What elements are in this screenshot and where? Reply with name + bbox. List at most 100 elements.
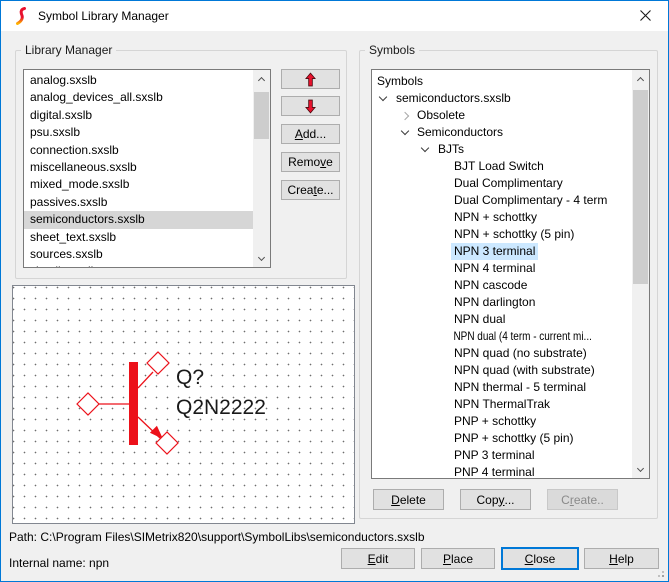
title-bar[interactable]: Symbol Library Manager (1, 1, 668, 31)
tree-item-label: Semiconductors (414, 124, 506, 141)
library-list-item[interactable]: psu.sxslb (24, 124, 253, 141)
tree-item[interactable]: PNP 3 terminal (372, 447, 632, 464)
library-manager-group-label: Library Manager (21, 43, 116, 57)
tree-item[interactable]: NPN 3 terminal (372, 243, 632, 260)
tree-item-label: NPN ThermalTrak (451, 396, 553, 413)
edit-button[interactable]: Edit (341, 548, 415, 569)
collector-terminal-diamond (147, 352, 169, 374)
tree-item[interactable]: PNP + schottky (5 pin) (372, 430, 632, 447)
tree-item-label: BJT Load Switch (451, 158, 547, 175)
collector-lead (138, 372, 153, 388)
library-list-item[interactable]: simplis.sxslb (24, 263, 253, 267)
symbols-tree[interactable]: Symbolssemiconductors.sxslbObsoleteSemic… (371, 69, 650, 479)
tree-item-label: BJTs (435, 141, 467, 158)
library-list-item[interactable]: sheet_text.sxslb (24, 229, 253, 246)
transistor-base-bar (129, 362, 138, 445)
library-list-item[interactable]: mixed_mode.sxslb (24, 176, 253, 193)
base-terminal-diamond (77, 393, 99, 415)
scroll-down-icon[interactable] (632, 461, 649, 478)
close-icon (640, 10, 651, 21)
library-list-item[interactable]: passives.sxslb (24, 194, 253, 211)
chevron-right-icon[interactable] (398, 107, 412, 124)
place-button[interactable]: Place (421, 548, 495, 569)
close-window-button[interactable] (623, 1, 668, 30)
tree-item[interactable]: NPN ThermalTrak (372, 396, 632, 413)
emitter-arrow (150, 426, 163, 439)
tree-item[interactable]: Semiconductors (372, 124, 632, 141)
copy-symbol-button[interactable]: Copy... (460, 489, 531, 510)
scroll-down-icon[interactable] (253, 250, 270, 267)
tree-item-label: PNP 3 terminal (451, 447, 537, 464)
library-list-scrollbar[interactable] (253, 70, 270, 267)
library-list-item[interactable]: miscellaneous.sxslb (24, 159, 253, 176)
tree-item-label: PNP + schottky (451, 413, 539, 430)
tree-item[interactable]: NPN darlington (372, 294, 632, 311)
tree-item[interactable]: Dual Complimentary - 4 term (372, 192, 632, 209)
library-list-item[interactable]: connection.sxslb (24, 142, 253, 159)
npn-transistor-symbol: Q? Q2N2222 (13, 286, 354, 523)
tree-item-label: NPN 3 terminal (451, 243, 538, 260)
tree-item[interactable]: NPN quad (no substrate) (372, 345, 632, 362)
scroll-up-icon[interactable] (632, 70, 649, 87)
close-button[interactable]: Close (501, 547, 579, 570)
simetrix-logo-icon (13, 7, 29, 25)
tree-item[interactable]: NPN + schottky (372, 209, 632, 226)
tree-item-label: NPN 4 terminal (451, 260, 538, 277)
tree-item-label: NPN darlington (451, 294, 538, 311)
tree-item-label: NPN dual (451, 311, 508, 328)
library-list-item[interactable]: digital.sxslb (24, 107, 253, 124)
tree-item[interactable]: PNP + schottky (372, 413, 632, 430)
tree-item-label: NPN + schottky (5 pin) (451, 226, 577, 243)
add-library-button[interactable]: Add... (281, 124, 340, 144)
create-library-button[interactable]: Create... (281, 180, 340, 200)
tree-item[interactable]: NPN dual (372, 311, 632, 328)
symbol-library-manager-dialog: Symbol Library Manager Library Manager a… (0, 0, 669, 582)
scrollbar-thumb[interactable] (633, 90, 648, 284)
tree-item-label: NPN quad (with substrate) (451, 362, 598, 379)
tree-item[interactable]: BJTs (372, 141, 632, 158)
tree-item-label: PNP 4 terminal (451, 464, 537, 478)
chevron-down-icon[interactable] (398, 124, 412, 141)
tree-item[interactable]: semiconductors.sxslb (372, 90, 632, 107)
resize-grip[interactable] (655, 568, 665, 578)
move-down-button[interactable] (281, 96, 340, 116)
chevron-down-icon[interactable] (418, 141, 432, 158)
delete-symbol-button[interactable]: Delete (373, 489, 444, 510)
tree-item[interactable]: BJT Load Switch (372, 158, 632, 175)
tree-item[interactable]: Obsolete (372, 107, 632, 124)
symbols-tree-scrollbar[interactable] (632, 70, 649, 478)
remove-library-button[interactable]: Remove (281, 152, 340, 172)
tree-item-label: semiconductors.sxslb (393, 90, 514, 107)
create-symbol-button: Create.. (547, 489, 618, 510)
library-list-item[interactable]: sources.sxslb (24, 246, 253, 263)
scrollbar-thumb[interactable] (254, 92, 269, 139)
library-path-text: Path: C:\Program Files\SIMetrix820\suppo… (9, 530, 425, 544)
tree-item[interactable]: NPN 4 terminal (372, 260, 632, 277)
tree-item[interactable]: NPN cascode (372, 277, 632, 294)
tree-item[interactable]: NPN dual (4 term - current mi... (372, 328, 632, 345)
tree-item[interactable]: NPN + schottky (5 pin) (372, 226, 632, 243)
library-list-item[interactable]: semiconductors.sxslb (24, 211, 253, 228)
tree-item-label: NPN quad (no substrate) (451, 345, 590, 362)
tree-item-label: NPN cascode (451, 277, 530, 294)
tree-item[interactable]: Symbols (372, 73, 632, 90)
library-listbox[interactable]: analog.sxslbanalog_devices_all.sxslbdigi… (23, 69, 271, 268)
library-list-item[interactable]: analog.sxslb (24, 72, 253, 89)
tree-item[interactable]: NPN quad (with substrate) (372, 362, 632, 379)
help-button[interactable]: Help (584, 548, 659, 569)
tree-item[interactable]: Dual Complimentary (372, 175, 632, 192)
scroll-up-icon[interactable] (253, 70, 270, 87)
tree-item-label: PNP + schottky (5 pin) (451, 430, 577, 447)
tree-item-label: NPN + schottky (451, 209, 540, 226)
tree-item-label: Dual Complimentary - 4 term (451, 192, 610, 209)
tree-item[interactable]: NPN thermal - 5 terminal (372, 379, 632, 396)
tree-item-label: Dual Complimentary (451, 175, 566, 192)
chevron-down-icon[interactable] (376, 90, 390, 107)
window-title: Symbol Library Manager (38, 9, 169, 23)
tree-item-label: Symbols (374, 73, 426, 90)
library-list-item[interactable]: analog_devices_all.sxslb (24, 89, 253, 106)
red-arrow-down-icon (305, 99, 316, 114)
move-up-button[interactable] (281, 69, 340, 89)
tree-item[interactable]: PNP 4 terminal (372, 464, 632, 478)
tree-item-label: NPN dual (4 term - current mi... (451, 328, 594, 345)
